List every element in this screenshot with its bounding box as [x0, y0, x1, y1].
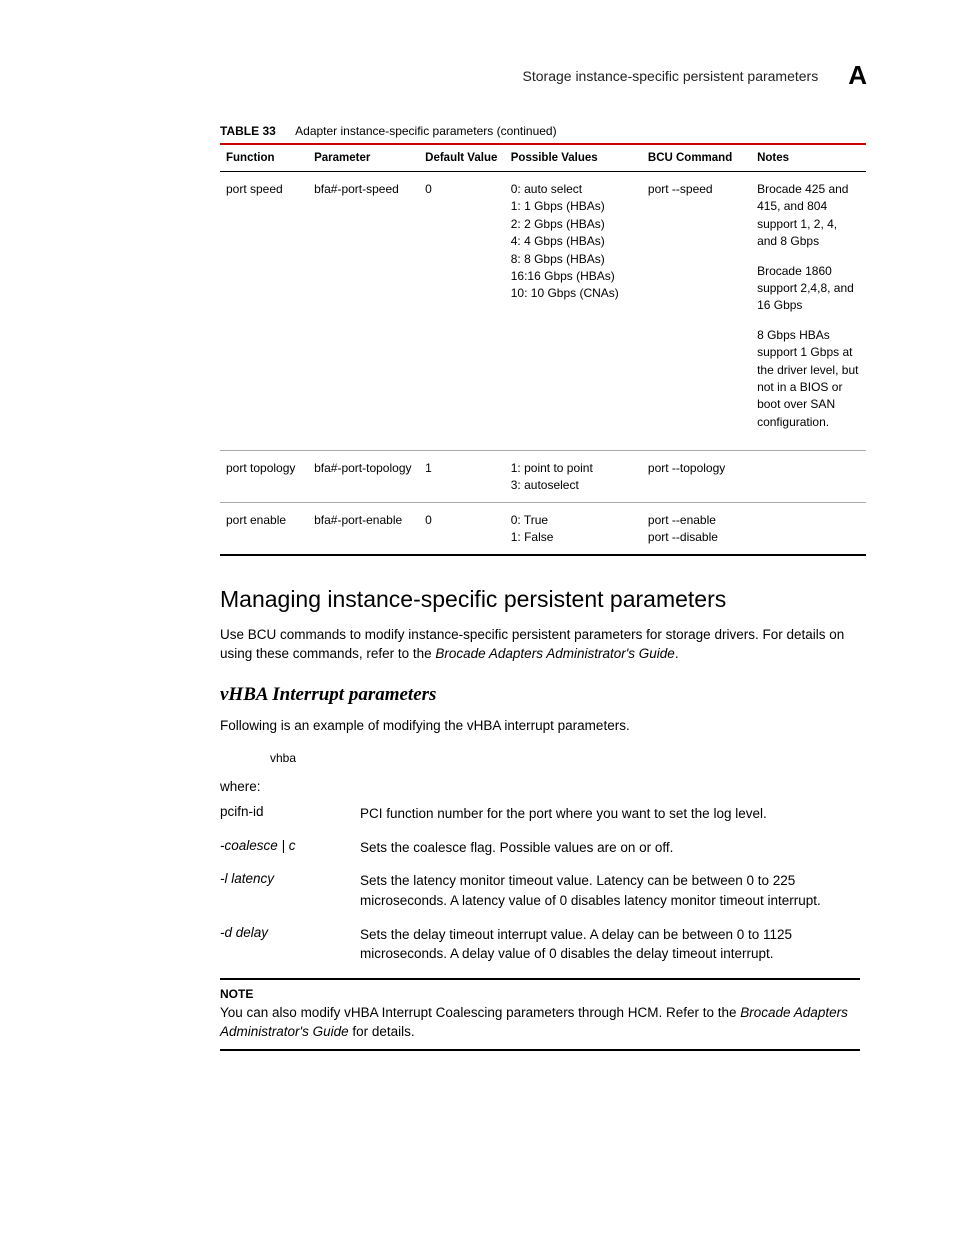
- cell-possible: 0: auto select1: 1 Gbps (HBAs)2: 2 Gbps …: [505, 172, 642, 451]
- definition-description: Sets the latency monitor timeout value. …: [360, 871, 860, 910]
- page: Storage instance-specific persistent par…: [0, 0, 954, 1235]
- definition-term: -coalesce | c: [220, 838, 360, 858]
- col-header-default: Default Value: [419, 144, 505, 172]
- definition-description: Sets the coalesce flag. Possible values …: [360, 838, 860, 858]
- definition-row: -d delay Sets the delay timeout interrup…: [220, 925, 860, 964]
- cell-parameter: bfa#-port-speed: [308, 172, 419, 451]
- cell-function: port topology: [220, 451, 308, 503]
- note-box: NOTE You can also modify vHBA Interrupt …: [220, 978, 860, 1051]
- col-header-function: Function: [220, 144, 308, 172]
- running-header: Storage instance-specific persistent par…: [220, 60, 869, 91]
- col-header-possible: Possible Values: [505, 144, 642, 172]
- definition-row: -l latency Sets the latency monitor time…: [220, 871, 860, 910]
- definition-row: pcifn-id PCI function number for the por…: [220, 804, 860, 824]
- definition-term: pcifn-id: [220, 804, 360, 824]
- cell-default: 0: [419, 502, 505, 554]
- cell-parameter: bfa#-port-topology: [308, 451, 419, 503]
- text: You can also modify vHBA Interrupt Coale…: [220, 1005, 740, 1020]
- table-header-row: Function Parameter Default Value Possibl…: [220, 144, 866, 172]
- definition-term: -l latency: [220, 871, 360, 910]
- intro-paragraph: Use BCU commands to modify instance-spec…: [220, 625, 860, 664]
- text: .: [675, 646, 679, 661]
- col-header-bcu: BCU Command: [642, 144, 751, 172]
- col-header-notes: Notes: [751, 144, 866, 172]
- cell-function: port speed: [220, 172, 308, 451]
- definition-term: -d delay: [220, 925, 360, 964]
- cell-notes: [751, 502, 866, 554]
- note-body: You can also modify vHBA Interrupt Coale…: [220, 1003, 860, 1042]
- cell-possible: 0: True1: False: [505, 502, 642, 554]
- cell-bcu: port --topology: [642, 451, 751, 503]
- definition-description: PCI function number for the port where y…: [360, 804, 860, 824]
- cell-default: 1: [419, 451, 505, 503]
- cell-possible: 1: point to point3: autoselect: [505, 451, 642, 503]
- subsection-heading: vHBA Interrupt parameters: [220, 684, 869, 706]
- parameters-table: Function Parameter Default Value Possibl…: [220, 143, 866, 556]
- guide-title: Brocade Adapters Administrator's Guide: [435, 646, 674, 661]
- note-label: NOTE: [220, 987, 860, 1001]
- example-intro: Following is an example of modifying the…: [220, 716, 860, 736]
- where-label: where:: [220, 779, 869, 794]
- cell-function: port enable: [220, 502, 308, 554]
- col-header-parameter: Parameter: [308, 144, 419, 172]
- table-caption-label: TABLE 33: [220, 124, 276, 138]
- table-row: port enable bfa#-port-enable 0 0: True1:…: [220, 502, 866, 554]
- definition-description: Sets the delay timeout interrupt value. …: [360, 925, 860, 964]
- table-row: port speed bfa#-port-speed 0 0: auto sel…: [220, 172, 866, 451]
- code-example: vhba: [270, 751, 869, 765]
- table-caption: TABLE 33 Adapter instance-specific param…: [220, 124, 869, 138]
- definition-list: pcifn-id PCI function number for the por…: [220, 804, 860, 963]
- cell-notes: Brocade 425 and 415, and 804 support 1, …: [751, 172, 866, 451]
- cell-bcu: port --speed: [642, 172, 751, 451]
- table-caption-text: Adapter instance-specific parameters (co…: [295, 124, 556, 138]
- running-header-title: Storage instance-specific persistent par…: [523, 68, 819, 84]
- text: for details.: [349, 1024, 415, 1039]
- cell-notes: [751, 451, 866, 503]
- cell-bcu: port --enableport --disable: [642, 502, 751, 554]
- section-heading: Managing instance-specific persistent pa…: [220, 586, 869, 613]
- running-header-section-letter: A: [848, 60, 867, 91]
- cell-default: 0: [419, 172, 505, 451]
- cell-parameter: bfa#-port-enable: [308, 502, 419, 554]
- table-row: port topology bfa#-port-topology 1 1: po…: [220, 451, 866, 503]
- definition-row: -coalesce | c Sets the coalesce flag. Po…: [220, 838, 860, 858]
